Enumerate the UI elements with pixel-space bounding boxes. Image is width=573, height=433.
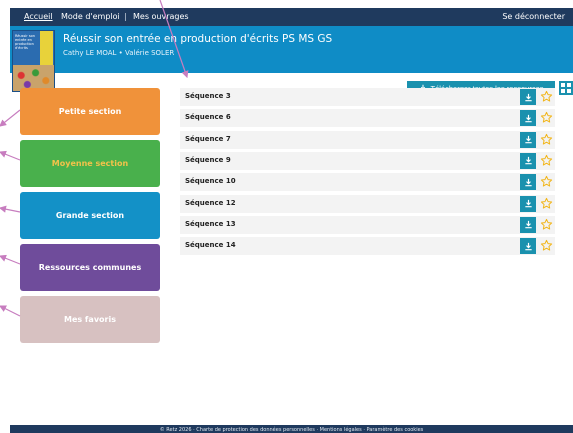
sequence-row[interactable]: Séquence 6 [180,109,555,128]
download-icon [524,178,532,186]
sequence-download-button[interactable] [520,238,536,255]
sequence-label: Séquence 10 [185,177,236,186]
favorite-star-icon[interactable] [540,197,553,210]
favorite-star-icon[interactable] [540,154,553,167]
book-cover-text: Réussir son entrée en production d'écrit… [15,34,36,50]
logout-link[interactable]: Se déconnecter [502,12,565,21]
sequence-row[interactable]: Séquence 3 [180,88,555,106]
download-icon [524,199,532,208]
book-authors: Cathy LE MOAL • Valérie SOLER [63,49,175,57]
download-icon [524,114,532,123]
sequence-row[interactable]: Séquence 7 [180,130,555,149]
nav-accueil-link[interactable]: Accueil [24,12,53,21]
sequence-row[interactable]: Séquence 9 [180,151,555,170]
sequence-row[interactable]: Séquence 13 [180,215,555,234]
sequence-download-button[interactable] [520,110,536,127]
section-petite-button[interactable]: Petite section [20,88,160,135]
sequence-label: Séquence 12 [185,198,236,207]
book-cover-image: Réussir son entrée en production d'écrit… [12,30,55,92]
favorite-star-icon[interactable] [540,239,553,252]
favorite-star-icon[interactable] [540,175,553,188]
grid-view-icon[interactable] [559,81,573,95]
sequence-download-button[interactable] [520,152,536,169]
download-icon [524,221,532,229]
section-grande-button[interactable]: Grande section [20,192,160,239]
book-header: Réussir son entrée en production d'écrit… [10,26,573,92]
favorite-star-icon[interactable] [540,133,553,146]
sequence-row[interactable]: Séquence 14 [180,237,555,256]
section-moyenne-button[interactable]: Moyenne section [20,140,160,187]
top-navigation-bar: Accueil Mode d'emploi | Mes ouvrages Se … [10,8,573,26]
sequence-download-button[interactable] [520,195,536,212]
sequence-download-button[interactable] [520,216,536,233]
book-title: Réussir son entrée en production d'écrit… [63,33,333,45]
nav-mode-emploi-link[interactable]: Mode d'emploi [61,12,120,21]
nav-separator: | [124,12,127,21]
sequence-row[interactable]: Séquence 10 [180,173,555,192]
download-icon [524,157,532,165]
download-icon [524,242,532,250]
sequence-label: Séquence 9 [185,155,231,164]
section-ressources-communes-button[interactable]: Ressources communes [20,244,160,291]
sequence-download-button[interactable] [520,131,536,148]
download-icon [524,135,532,144]
sequence-label: Séquence 3 [185,92,231,100]
favorite-star-icon[interactable] [540,90,553,103]
favorite-star-icon[interactable] [540,111,553,124]
download-icon [524,93,532,101]
page-frame: Accueil Mode d'emploi | Mes ouvrages Se … [10,8,573,433]
sequence-label: Séquence 7 [185,134,231,143]
sequence-label: Séquence 13 [185,219,236,228]
nav-mes-ouvrages-link[interactable]: Mes ouvrages [133,12,189,21]
sequence-download-button[interactable] [520,174,536,191]
footer: © Retz 2026 · Charte de protection des d… [10,425,573,433]
sequence-label: Séquence 14 [185,241,236,250]
sequence-row[interactable]: Séquence 12 [180,194,555,213]
favorite-star-icon[interactable] [540,218,553,231]
sequence-download-button[interactable] [520,89,536,105]
section-mes-favoris-button[interactable]: Mes favoris [20,296,160,343]
sequence-label: Séquence 6 [185,113,231,122]
